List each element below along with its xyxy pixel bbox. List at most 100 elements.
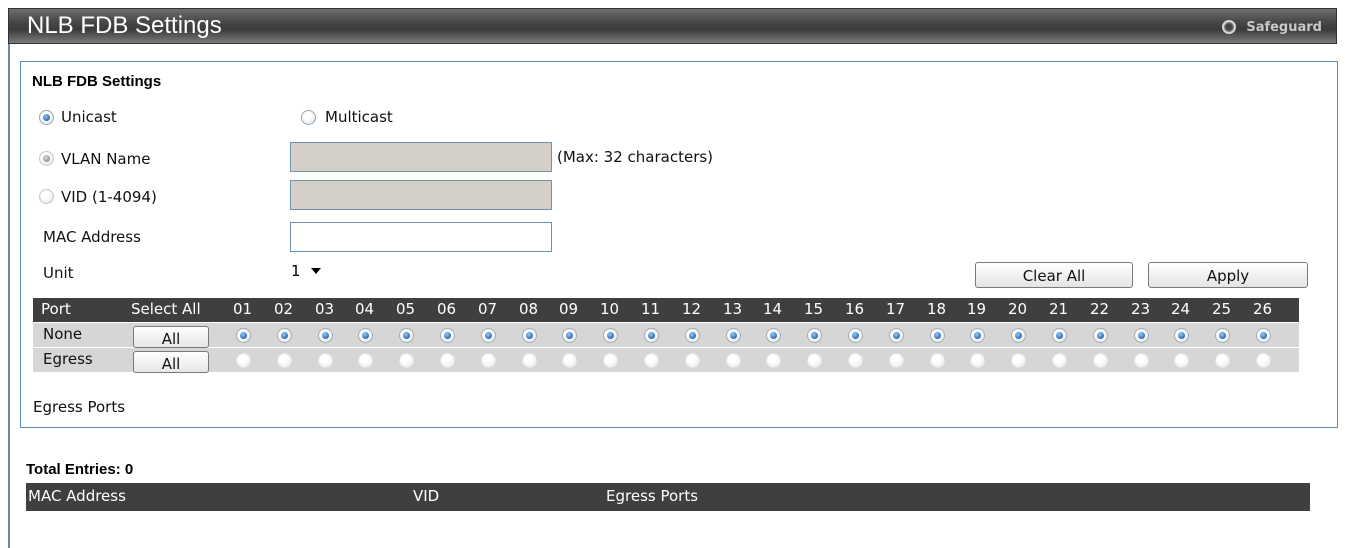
none-port-08-radio[interactable] — [522, 328, 537, 343]
column-vid: VID — [413, 487, 440, 505]
egress-port-11-radio[interactable] — [644, 353, 659, 368]
egress-port-20-radio[interactable] — [1011, 353, 1026, 368]
none-port-20-radio[interactable] — [1011, 328, 1026, 343]
port-header-09: 09 — [559, 300, 579, 318]
none-port-05-radio[interactable] — [399, 328, 414, 343]
port-header-12: 12 — [682, 300, 702, 318]
none-port-26-radio[interactable] — [1256, 328, 1271, 343]
egress-port-13-radio[interactable] — [726, 353, 741, 368]
egress-port-06-radio[interactable] — [440, 353, 455, 368]
port-header-02: 02 — [274, 300, 294, 318]
egress-ports-label: Egress Ports — [33, 398, 126, 416]
vid-label: VID (1-4094) — [61, 188, 157, 206]
egress-port-24-radio[interactable] — [1174, 353, 1189, 368]
multicast-radio[interactable] — [301, 110, 316, 125]
port-table-header: Port Select All 01 02 03 04 05 06 07 08 09 10 11 12… — [33, 298, 1299, 322]
title-bar: NLB FDB Settings Safeguard — [8, 8, 1337, 44]
egress-all-button[interactable]: All — [133, 351, 209, 373]
none-port-11-radio[interactable] — [644, 328, 659, 343]
egress-port-05-radio[interactable] — [399, 353, 414, 368]
egress-port-25-radio[interactable] — [1215, 353, 1230, 368]
none-port-13-radio[interactable] — [726, 328, 741, 343]
port-header-05: 05 — [396, 300, 416, 318]
port-header-13: 13 — [723, 300, 743, 318]
vlan-name-hint: (Max: 32 characters) — [557, 148, 714, 166]
none-port-24-radio[interactable] — [1174, 328, 1189, 343]
port-header-18: 18 — [927, 300, 947, 318]
port-row-egress: Egress All — [33, 348, 1299, 373]
unit-label: Unit — [43, 264, 74, 282]
row-label-egress: Egress — [43, 350, 93, 368]
port-header-25: 25 — [1212, 300, 1232, 318]
egress-port-19-radio[interactable] — [970, 353, 985, 368]
egress-port-07-radio[interactable] — [481, 353, 496, 368]
port-row-none: None All — [33, 323, 1299, 348]
section-title: NLB FDB Settings — [32, 73, 162, 90]
column-egress-ports: Egress Ports — [606, 487, 699, 505]
multicast-label: Multicast — [325, 108, 393, 126]
apply-button[interactable]: Apply — [1148, 262, 1308, 288]
none-port-22-radio[interactable] — [1093, 328, 1108, 343]
mac-address-input[interactable] — [290, 222, 552, 252]
port-header-01: 01 — [233, 300, 253, 318]
unicast-radio[interactable] — [39, 110, 54, 125]
none-port-21-radio[interactable] — [1052, 328, 1067, 343]
egress-port-08-radio[interactable] — [522, 353, 537, 368]
port-header-16: 16 — [845, 300, 865, 318]
none-port-23-radio[interactable] — [1134, 328, 1149, 343]
none-port-25-radio[interactable] — [1215, 328, 1230, 343]
none-port-14-radio[interactable] — [766, 328, 781, 343]
egress-port-12-radio[interactable] — [685, 353, 700, 368]
none-port-01-radio[interactable] — [236, 328, 251, 343]
none-port-09-radio[interactable] — [562, 328, 577, 343]
egress-port-14-radio[interactable] — [766, 353, 781, 368]
vlan-name-radio[interactable] — [39, 151, 54, 166]
none-port-10-radio[interactable] — [603, 328, 618, 343]
nlb-fdb-settings-panel: NLB FDB Settings Unicast Multicast VLAN … — [20, 61, 1338, 428]
vlan-name-input[interactable] — [290, 142, 552, 172]
safeguard-icon — [1222, 20, 1237, 34]
port-header-24: 24 — [1171, 300, 1191, 318]
egress-port-21-radio[interactable] — [1052, 353, 1067, 368]
egress-port-17-radio[interactable] — [889, 353, 904, 368]
egress-port-02-radio[interactable] — [277, 353, 292, 368]
egress-port-04-radio[interactable] — [358, 353, 373, 368]
select-all-header: Select All — [131, 300, 201, 318]
page-title: NLB FDB Settings — [27, 12, 222, 39]
unicast-label: Unicast — [61, 108, 117, 126]
egress-port-26-radio[interactable] — [1256, 353, 1271, 368]
none-all-button[interactable]: All — [133, 326, 209, 348]
clear-all-button[interactable]: Clear All — [975, 262, 1133, 288]
unit-select[interactable]: 1 — [291, 262, 321, 280]
port-header-04: 04 — [355, 300, 375, 318]
none-port-19-radio[interactable] — [970, 328, 985, 343]
none-port-04-radio[interactable] — [358, 328, 373, 343]
port-header-15: 15 — [804, 300, 824, 318]
safeguard-indicator[interactable]: Safeguard — [1222, 18, 1322, 36]
none-port-18-radio[interactable] — [930, 328, 945, 343]
vid-radio[interactable] — [39, 189, 54, 204]
none-port-02-radio[interactable] — [277, 328, 292, 343]
none-port-16-radio[interactable] — [848, 328, 863, 343]
egress-port-23-radio[interactable] — [1134, 353, 1149, 368]
vid-input[interactable] — [290, 180, 552, 210]
egress-port-03-radio[interactable] — [318, 353, 333, 368]
none-port-15-radio[interactable] — [807, 328, 822, 343]
none-port-17-radio[interactable] — [889, 328, 904, 343]
port-header-06: 06 — [437, 300, 457, 318]
none-port-06-radio[interactable] — [440, 328, 455, 343]
mac-address-label: MAC Address — [43, 228, 141, 246]
egress-port-18-radio[interactable] — [930, 353, 945, 368]
egress-port-16-radio[interactable] — [848, 353, 863, 368]
egress-port-09-radio[interactable] — [562, 353, 577, 368]
port-header-11: 11 — [641, 300, 661, 318]
egress-port-01-radio[interactable] — [236, 353, 251, 368]
port-table: Port Select All 01 02 03 04 05 06 07 08 09 10 11 12… — [33, 298, 1299, 373]
content-left-border — [8, 44, 10, 548]
egress-port-15-radio[interactable] — [807, 353, 822, 368]
egress-port-22-radio[interactable] — [1093, 353, 1108, 368]
none-port-07-radio[interactable] — [481, 328, 496, 343]
none-port-12-radio[interactable] — [685, 328, 700, 343]
egress-port-10-radio[interactable] — [603, 353, 618, 368]
none-port-03-radio[interactable] — [318, 328, 333, 343]
